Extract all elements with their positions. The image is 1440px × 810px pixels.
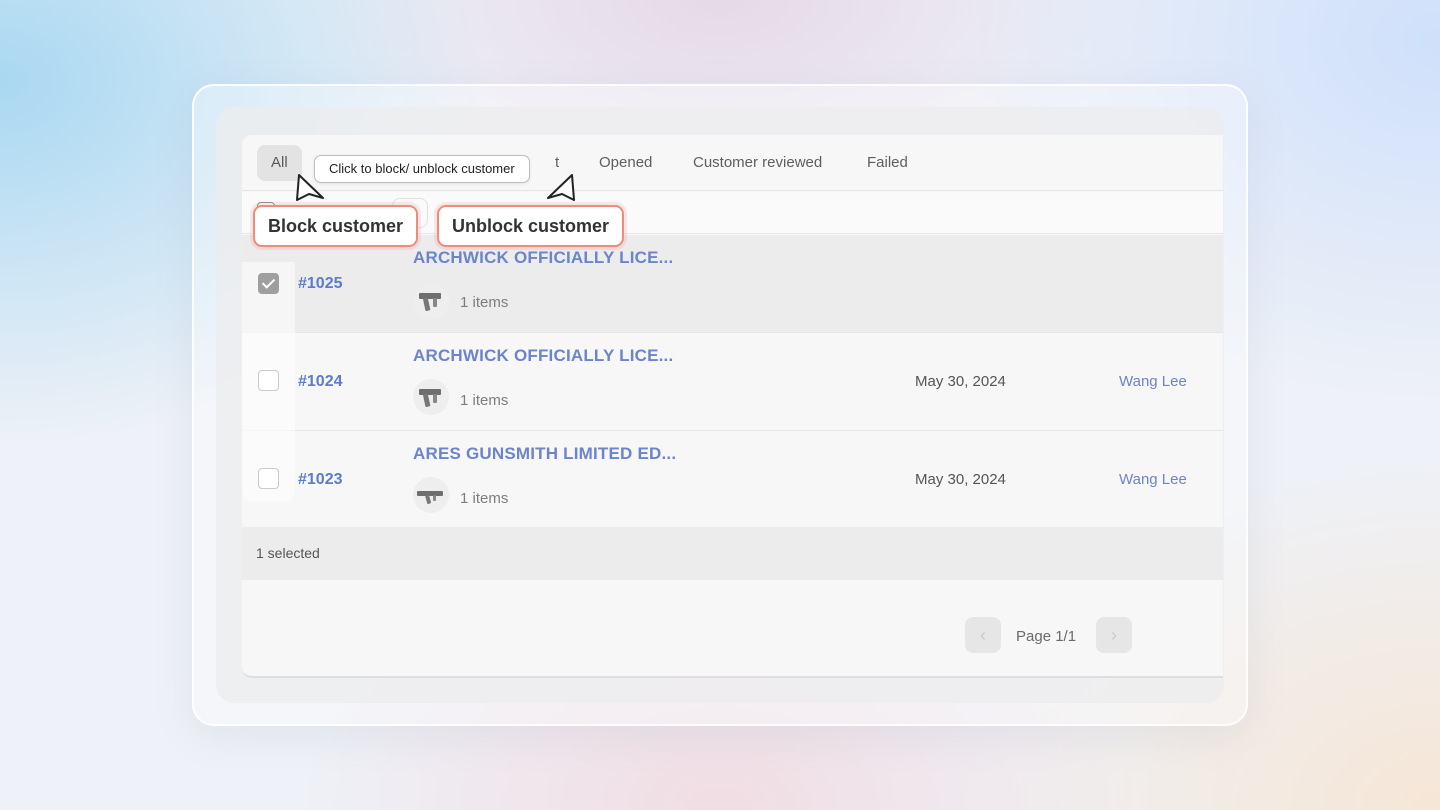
next-page-button[interactable]: › [1096,617,1132,653]
table-row[interactable]: #1025 ARCHWICK OFFICIALLY LICE... 1 item… [242,235,1223,333]
prev-page-button[interactable]: ‹ [965,617,1001,653]
table-row[interactable]: #1024 ARCHWICK OFFICIALLY LICE... 1 item… [242,333,1223,431]
tab-failed[interactable]: Failed [867,145,908,181]
block-customer-button[interactable]: Block customer [253,205,419,247]
unblock-customer-button[interactable]: Unblock customer [437,205,625,247]
customer-name[interactable]: Wang Lee [1119,373,1187,390]
page-indicator: Page 1/1 [1016,628,1077,645]
pointer-arrow-icon [296,174,324,201]
order-number[interactable]: #1023 [298,471,343,489]
table-row[interactable]: #1023 ARES GUNSMITH LIMITED ED... 1 item… [242,431,1223,529]
tab-opened[interactable]: Opened [599,145,652,181]
order-date: May 30, 2024 [915,471,1006,488]
product-thumbnail [413,477,449,513]
product-name[interactable]: ARCHWICK OFFICIALLY LICE... [413,346,673,366]
selected-count: 1 selected [256,545,320,561]
selection-footer: 1 selected [242,527,1223,580]
tooltip: Click to block/ unblock customer [314,155,530,183]
order-number[interactable]: #1024 [298,373,343,391]
product-thumbnail [413,283,449,319]
pointer-arrow-icon [547,174,575,201]
product-thumbnail [413,379,449,415]
gun-icon [417,491,443,504]
order-date: May 30, 2024 [915,373,1006,390]
item-count: 1 items [460,490,509,507]
gun-icon [419,389,441,407]
order-number[interactable]: #1025 [298,275,343,293]
item-count: 1 items [460,392,509,409]
item-count: 1 items [460,294,509,311]
chevron-left-icon: ‹ [980,625,986,645]
gun-icon [419,293,441,311]
customer-name[interactable]: Wang Lee [1119,471,1187,488]
checkbox-column-highlight [242,262,295,502]
product-name[interactable]: ARES GUNSMITH LIMITED ED... [413,444,676,464]
chevron-right-icon: › [1111,625,1117,645]
product-name[interactable]: ARCHWICK OFFICIALLY LICE... [413,248,673,268]
tab-customer-reviewed[interactable]: Customer reviewed [693,145,822,181]
